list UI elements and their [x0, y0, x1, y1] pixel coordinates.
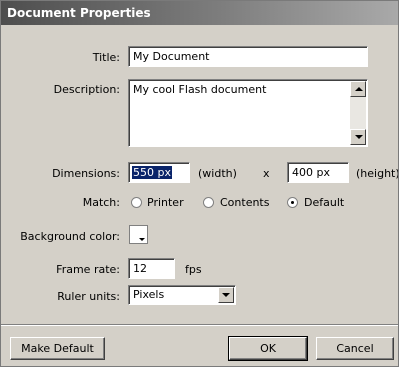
button-divider — [1, 324, 398, 326]
background-color-swatch[interactable] — [129, 225, 148, 244]
description-label: Description: — [53, 83, 120, 96]
radio-selected-dot — [291, 201, 294, 204]
dimensions-label: Dimensions: — [52, 167, 120, 180]
match-default-radio[interactable] — [287, 197, 298, 208]
match-printer-radio[interactable] — [131, 197, 142, 208]
background-color-label: Background color: — [20, 230, 120, 243]
match-printer-label[interactable]: Printer — [147, 196, 184, 209]
height-input-value: 400 px — [292, 166, 330, 179]
width-input[interactable]: 550 px — [128, 162, 190, 183]
ruler-units-select[interactable]: Pixels — [128, 285, 236, 305]
dropdown-arrow-icon — [139, 238, 145, 241]
scroll-down-button[interactable] — [350, 129, 366, 145]
ruler-units-dropdown-button[interactable] — [218, 287, 234, 303]
frame-rate-unit: fps — [185, 263, 202, 276]
make-default-button[interactable]: Make Default — [10, 337, 105, 360]
ruler-units-value: Pixels — [133, 288, 165, 301]
match-label: Match: — [82, 196, 120, 209]
cancel-button[interactable]: Cancel — [316, 337, 394, 360]
height-unit-label: (height) — [356, 167, 399, 180]
height-input[interactable]: 400 px — [287, 162, 349, 183]
dimensions-separator: x — [263, 167, 270, 180]
frame-rate-label: Frame rate: — [56, 263, 120, 276]
match-contents-radio[interactable] — [203, 197, 214, 208]
ruler-units-label: Ruler units: — [57, 290, 120, 303]
title-input-value: My Document — [133, 50, 210, 63]
document-properties-dialog: Document Properties Title: My Document D… — [0, 0, 399, 367]
chevron-down-icon — [222, 293, 230, 297]
frame-rate-input-value: 12 — [133, 262, 147, 275]
dialog-title: Document Properties — [1, 1, 398, 25]
width-input-value: 550 px — [132, 166, 172, 179]
description-textarea[interactable]: My cool Flash document — [128, 79, 368, 147]
arrow-up-icon — [355, 87, 363, 91]
description-textarea-value: My cool Flash document — [133, 83, 267, 96]
ok-button[interactable]: OK — [228, 336, 308, 361]
description-scrollbar[interactable] — [350, 81, 366, 145]
match-default-label[interactable]: Default — [304, 196, 344, 209]
title-label: Title: — [92, 51, 120, 64]
width-unit-label: (width) — [198, 167, 237, 180]
match-contents-label[interactable]: Contents — [220, 196, 269, 209]
scroll-up-button[interactable] — [350, 81, 366, 97]
frame-rate-input[interactable]: 12 — [128, 258, 175, 279]
title-input[interactable]: My Document — [128, 46, 368, 67]
arrow-down-icon — [355, 135, 363, 139]
